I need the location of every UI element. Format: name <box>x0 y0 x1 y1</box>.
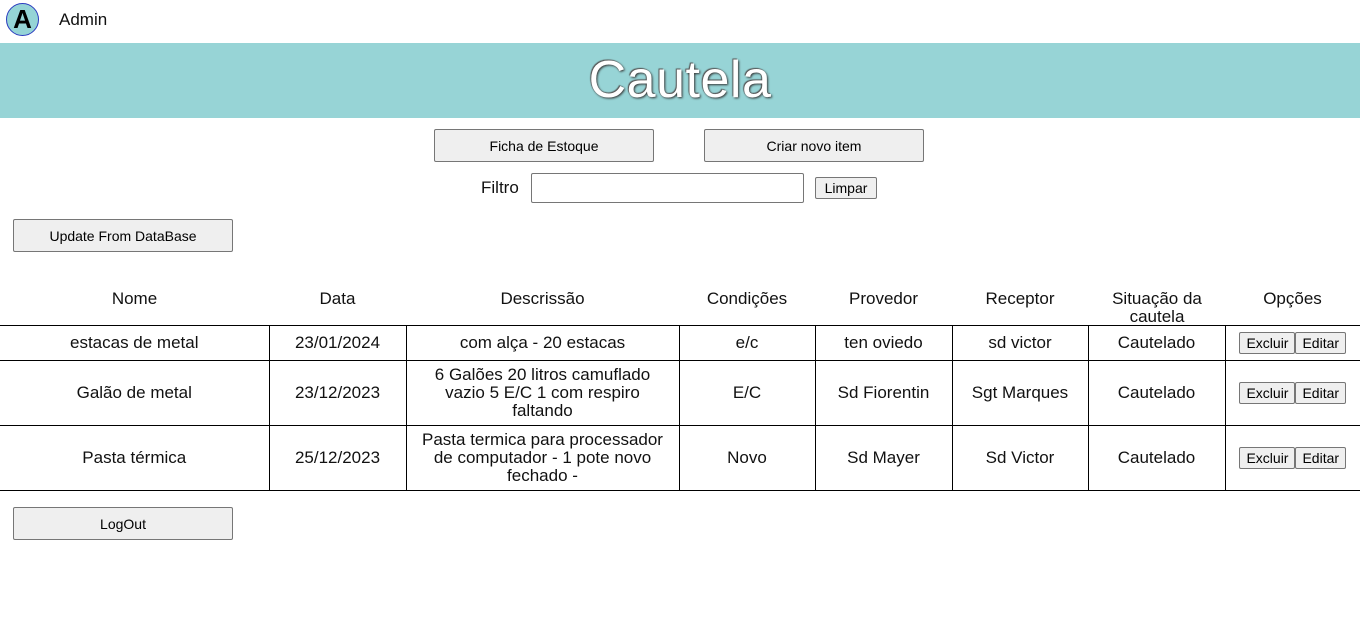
cell-descricao: Pasta termica para processador de comput… <box>405 425 679 491</box>
filter-input[interactable] <box>531 173 804 203</box>
header-situacao: Situação da cautela <box>1112 289 1202 326</box>
cell-receptor: Sd Victor <box>951 425 1088 491</box>
delete-button[interactable]: Excluir <box>1239 332 1296 354</box>
header-condicoes: Condições <box>706 289 788 308</box>
table-row: Galão de metal 23/12/2023 6 Galões 20 li… <box>0 360 1360 426</box>
page-banner: Cautela <box>0 43 1360 118</box>
clear-filter-button[interactable]: Limpar <box>815 177 877 199</box>
cell-data: 23/12/2023 <box>268 360 406 426</box>
cell-nome: estacas de metal <box>0 325 269 361</box>
stock-sheet-button[interactable]: Ficha de Estoque <box>434 129 654 162</box>
cell-condicoes: e/c <box>678 325 815 361</box>
edit-button[interactable]: Editar <box>1295 332 1347 354</box>
table-row: Pasta térmica 25/12/2023 Pasta termica p… <box>0 425 1360 491</box>
avatar[interactable]: A <box>6 3 39 36</box>
cell-provedor: Sd Fiorentin <box>814 360 952 426</box>
cell-provedor: ten oviedo <box>814 325 952 361</box>
table-row: estacas de metal 23/01/2024 com alça - 2… <box>0 325 1360 361</box>
header-data: Data <box>319 289 356 308</box>
header-receptor: Receptor <box>985 289 1055 308</box>
cell-descricao: 6 Galões 20 litros camuflado vazio 5 E/C… <box>405 360 679 426</box>
cell-condicoes: E/C <box>678 360 815 426</box>
logout-button[interactable]: LogOut <box>13 507 233 540</box>
items-table: estacas de metal 23/01/2024 com alça - 2… <box>0 325 1360 491</box>
header-provedor: Provedor <box>849 289 918 308</box>
header-nome: Nome <box>111 289 158 308</box>
edit-button[interactable]: Editar <box>1295 447 1347 469</box>
edit-button[interactable]: Editar <box>1295 382 1347 404</box>
top-bar: A Admin <box>0 0 1360 43</box>
cell-situacao: Cautelado <box>1087 425 1225 491</box>
cell-data: 23/01/2024 <box>268 325 406 361</box>
header-descricao: Descrissão <box>500 289 585 308</box>
cell-situacao: Cautelado <box>1087 360 1225 426</box>
update-from-database-button[interactable]: Update From DataBase <box>13 219 233 252</box>
delete-button[interactable]: Excluir <box>1239 447 1296 469</box>
cell-nome: Galão de metal <box>0 360 269 426</box>
cell-provedor: Sd Mayer <box>814 425 952 491</box>
delete-button[interactable]: Excluir <box>1239 382 1296 404</box>
cell-descricao: com alça - 20 estacas <box>405 325 679 361</box>
create-item-button[interactable]: Criar novo item <box>704 129 924 162</box>
table-header: Nome Data Descrissão Condições Provedor … <box>0 288 1360 326</box>
cell-opcoes: Excluir Editar <box>1224 360 1360 426</box>
cell-receptor: sd victor <box>951 325 1088 361</box>
cell-condicoes: Novo <box>678 425 815 491</box>
cell-data: 25/12/2023 <box>268 425 406 491</box>
page-title: Cautela <box>588 51 772 109</box>
cell-situacao: Cautelado <box>1087 325 1225 361</box>
cell-nome: Pasta térmica <box>0 425 269 491</box>
filter-label: Filtro <box>481 178 519 197</box>
cell-receptor: Sgt Marques <box>951 360 1088 426</box>
cell-opcoes: Excluir Editar <box>1224 325 1360 361</box>
header-opcoes: Opções <box>1263 289 1322 308</box>
user-name: Admin <box>59 10 108 29</box>
cell-opcoes: Excluir Editar <box>1224 425 1360 491</box>
